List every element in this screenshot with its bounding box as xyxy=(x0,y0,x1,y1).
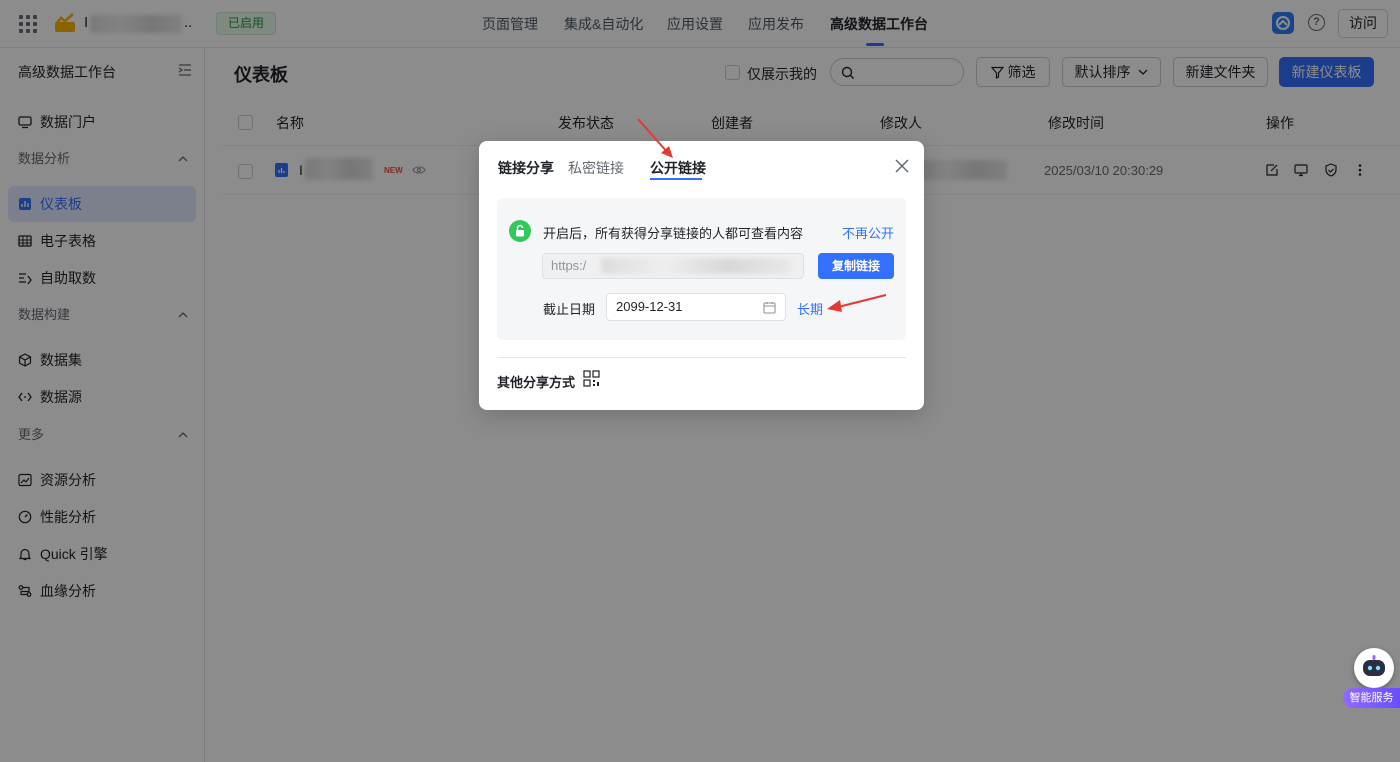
other-share-methods[interactable]: 其他分享方式 xyxy=(497,372,575,391)
annotation-arrow-longterm xyxy=(827,294,887,312)
annotation-arrow-tab xyxy=(637,118,673,158)
share-url-value: https:/ xyxy=(551,258,587,273)
copy-link-button[interactable]: 复制链接 xyxy=(818,253,894,279)
calendar-icon xyxy=(763,302,776,314)
assistant-label[interactable]: 智能服务 xyxy=(1343,688,1400,708)
unlock-icon xyxy=(509,220,531,242)
active-tab-indicator xyxy=(650,178,702,180)
public-link-panel: 开启后，所有获得分享链接的人都可查看内容 不再公开 https:/ 复制链接 截… xyxy=(497,198,906,340)
tab-link-share[interactable]: 链接分享 xyxy=(498,158,554,178)
expiry-label: 截止日期 xyxy=(543,302,596,317)
unpublish-link[interactable]: 不再公开 xyxy=(842,223,894,242)
long-term-link[interactable]: 长期 xyxy=(797,299,823,318)
expiry-date-picker[interactable]: 2099-12-31 xyxy=(606,293,786,321)
assistant-avatar[interactable] xyxy=(1354,648,1394,688)
qr-code-icon[interactable] xyxy=(583,370,600,387)
share-url-field[interactable]: https:/ xyxy=(542,253,804,279)
modal-divider xyxy=(497,357,906,358)
share-dialog: 链接分享 私密链接 公开链接 开启后，所有获得分享链接的人都可查看内容 不再公开… xyxy=(479,141,924,410)
tab-private-link[interactable]: 私密链接 xyxy=(568,158,624,178)
expiry-date-value: 2099-12-31 xyxy=(616,299,683,314)
public-link-notice: 开启后，所有获得分享链接的人都可查看内容 xyxy=(543,226,804,241)
close-icon[interactable] xyxy=(894,158,910,174)
